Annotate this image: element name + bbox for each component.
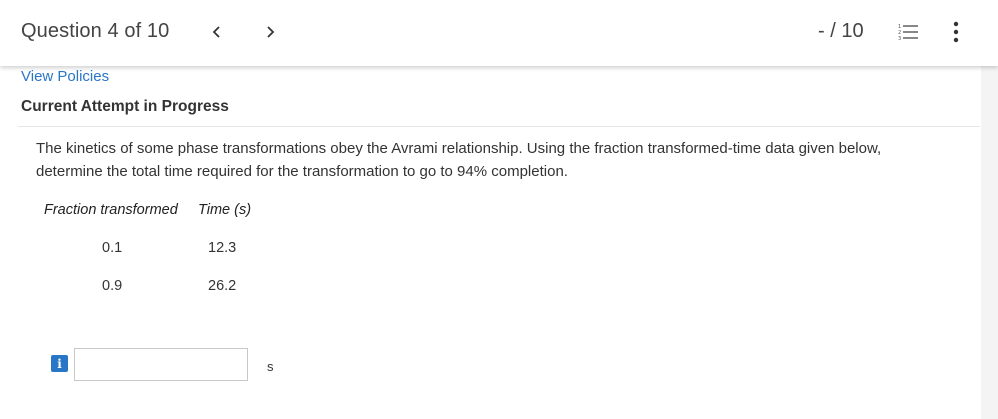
view-policies-link[interactable]: View Policies [21,68,109,85]
numbered-list-icon[interactable]: 1 2 3 [897,21,919,43]
answer-unit-label: s [267,359,274,374]
score-display: - / 10 [818,20,864,42]
previous-question-button[interactable] [205,18,229,46]
svg-text:3: 3 [898,36,901,42]
question-counter: Question 4 of 10 [21,20,170,42]
question-content: View Policies Current Attempt in Progres… [0,66,981,419]
divider [18,126,980,127]
table-cell-fraction: 0.9 [102,278,123,294]
question-header: Question 4 of 10 - / 10 1 2 3 [0,0,998,66]
chevron-left-icon [212,26,220,38]
attempt-status: Current Attempt in Progress [21,98,229,115]
table-cell-time: 26.2 [208,278,237,294]
question-text: The kinetics of some phase transformatio… [36,140,882,180]
answer-input[interactable] [74,348,248,381]
chevron-right-icon [267,26,275,38]
table-header-time: Time (s) [198,202,252,218]
table-cell-fraction: 0.1 [102,240,123,256]
next-question-button[interactable] [258,18,282,46]
vertical-ellipsis-icon[interactable] [949,20,963,44]
table-header-fraction: Fraction transformed [44,202,178,218]
info-icon[interactable]: i [51,355,68,372]
table-cell-time: 12.3 [208,240,237,256]
